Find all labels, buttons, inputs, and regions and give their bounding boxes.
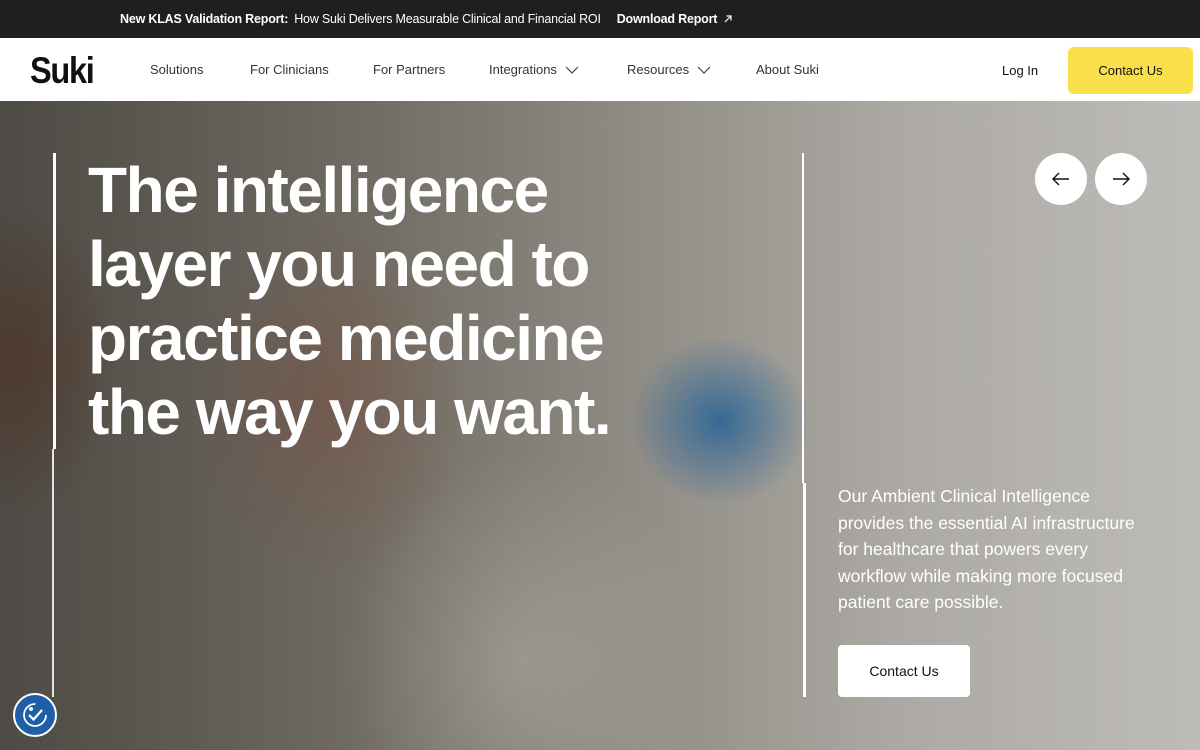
hero-right-divider <box>802 153 804 483</box>
nav-label: For Partners <box>373 62 446 77</box>
nav-resources[interactable]: Resources <box>627 62 711 77</box>
nav-label: For Clinicians <box>250 62 329 77</box>
accessibility-icon <box>23 703 47 727</box>
hero-left-accent-line <box>53 153 56 449</box>
nav-about-suki[interactable]: About Suki <box>756 62 819 77</box>
nav-for-partners[interactable]: For Partners <box>373 62 445 77</box>
download-report-label: Download Report <box>616 12 718 26</box>
hero-right-accent-line <box>803 483 806 697</box>
nav-label: About Suki <box>756 62 819 77</box>
hero-left-divider <box>52 449 54 697</box>
accessibility-button[interactable] <box>13 693 57 737</box>
hero-contact-us-button[interactable]: Contact Us <box>838 645 970 697</box>
main-nav: Suki Solutions For Clinicians For Partne… <box>0 38 1200 101</box>
announcement-bar: New KLAS Validation Report: How Suki Del… <box>0 0 1200 38</box>
arrow-up-right-icon <box>724 15 732 23</box>
nav-label: Resources <box>627 62 690 77</box>
nav-label: Integrations <box>489 62 557 77</box>
hero-description: Our Ambient Clinical Intelligence provid… <box>838 486 1135 612</box>
nav-integrations[interactable]: Integrations <box>489 62 579 77</box>
arrow-right-icon <box>1113 172 1130 186</box>
announcement-text: How Suki Delivers Measurable Clinical an… <box>294 12 601 26</box>
nav-solutions[interactable]: Solutions <box>150 62 203 77</box>
login-link[interactable]: Log In <box>1002 63 1038 78</box>
nav-label: Solutions <box>150 62 204 77</box>
carousel-prev-button[interactable] <box>1035 153 1087 205</box>
announcement-bold: New KLAS Validation Report: <box>120 12 289 26</box>
carousel-next-button[interactable] <box>1095 153 1147 205</box>
arrow-left-icon <box>1052 172 1069 186</box>
headline-line: layer you need to <box>88 228 590 300</box>
hero-headline: The intelligence layer you need to pract… <box>88 153 708 449</box>
contact-us-button[interactable]: Contact Us <box>1068 47 1193 94</box>
download-report-link[interactable]: Download Report <box>617 12 733 26</box>
suki-logo[interactable]: Suki <box>30 50 95 92</box>
headline-line: the way you want. <box>88 376 612 448</box>
chevron-down-icon <box>565 66 579 74</box>
hero-section: The intelligence layer you need to pract… <box>0 101 1200 750</box>
headline-line: The intelligence <box>88 154 549 226</box>
headline-line: practice medicine <box>88 302 605 374</box>
chevron-down-icon <box>697 66 711 74</box>
nav-for-clinicians[interactable]: For Clinicians <box>250 62 329 77</box>
